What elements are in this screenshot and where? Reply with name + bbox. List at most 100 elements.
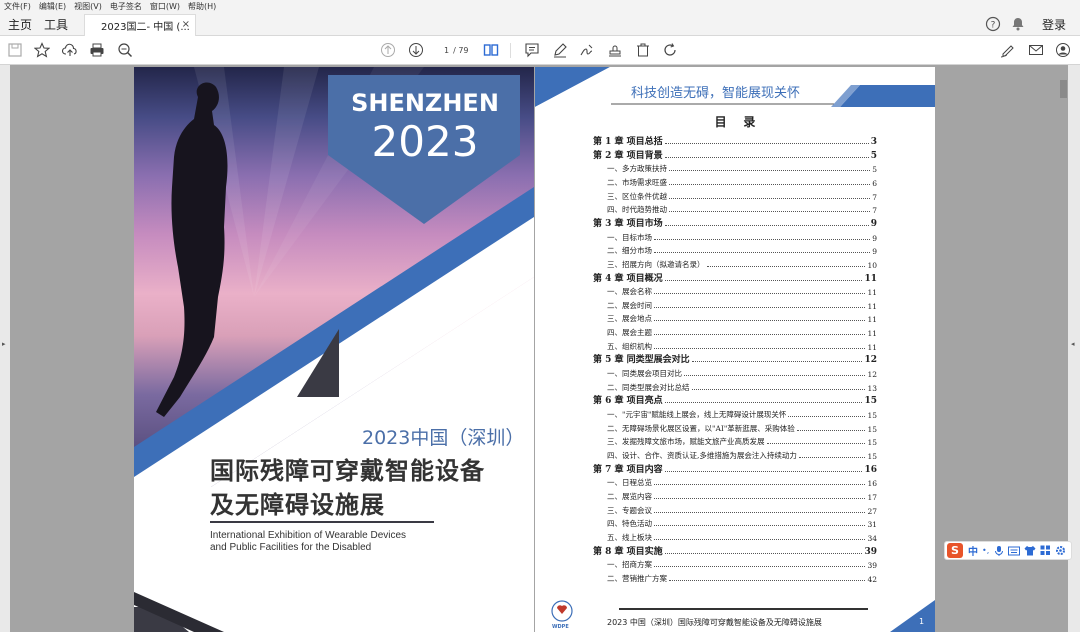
toc-entry-title: 第 8 章 项目实施 — [593, 546, 663, 557]
toc-chapter-row[interactable]: 第 7 章 项目内容 16 — [593, 462, 877, 475]
toc-entry-page: 5 — [872, 165, 877, 175]
menu-help[interactable]: 帮助(H) — [188, 1, 216, 12]
sogou-logo-icon[interactable]: S — [947, 543, 963, 558]
toc-section-row[interactable]: 二、无障碍场景化展区设置，以"AI"革新逛展、采购体验 15 — [593, 421, 877, 434]
left-panel-toggle[interactable]: ▸ — [0, 65, 10, 632]
stamp-icon[interactable] — [606, 41, 624, 59]
trash-icon[interactable] — [634, 41, 652, 59]
toc-chapter-row[interactable]: 第 8 章 项目实施 39 — [593, 544, 877, 557]
bell-icon[interactable] — [1010, 16, 1026, 32]
toc-section-row[interactable]: 三、招展方向（拟邀请名录） 10 — [593, 257, 877, 270]
skin-shirt-icon[interactable] — [1024, 545, 1036, 556]
toc-section-row[interactable]: 一、展会名称 11 — [593, 284, 877, 297]
edit-sign-icon[interactable] — [999, 41, 1017, 59]
mail-icon[interactable] — [1027, 41, 1045, 59]
cover-english-line1: International Exhibition of Wearable Dev… — [210, 530, 407, 541]
cover-city: SHENZHEN — [351, 89, 499, 117]
toc-chapter-row[interactable]: 第 1 章 项目总括 3 — [593, 134, 877, 147]
toc-section-row[interactable]: 二、同类型展会对比总结 13 — [593, 380, 877, 393]
toc-section-row[interactable]: 二、展会时间 11 — [593, 298, 877, 311]
toc-entry-page: 12 — [864, 355, 877, 366]
toc-section-row[interactable]: 二、市场需求旺盛 6 — [593, 175, 877, 188]
toc-entry-page: 27 — [867, 506, 877, 516]
toc-chapter-row[interactable]: 第 3 章 项目市场 9 — [593, 216, 877, 229]
toc-chapter-row[interactable]: 第 2 章 项目背景 5 — [593, 148, 877, 161]
rotate-icon[interactable] — [661, 41, 679, 59]
toc-section-row[interactable]: 一、招商方案 39 — [593, 557, 877, 570]
highlight-pen-icon[interactable] — [551, 41, 569, 59]
save-icon[interactable] — [6, 41, 24, 59]
page-up-icon[interactable] — [379, 41, 397, 59]
comment-icon[interactable] — [523, 41, 541, 59]
upload-cloud-icon[interactable] — [61, 41, 79, 59]
toc-entry-title: 二、细分市场 — [607, 246, 652, 256]
menu-file[interactable]: 文件(F) — [4, 1, 31, 12]
toc-entry-page: 11 — [864, 273, 877, 284]
menu-view[interactable]: 视图(V) — [74, 1, 102, 12]
account-icon[interactable] — [1054, 41, 1072, 59]
apps-grid-icon[interactable] — [1040, 545, 1051, 556]
toc-section-row[interactable]: 三、发掘残障文旅市场，赋能文旅产业高质发展 15 — [593, 434, 877, 447]
zoom-icon[interactable] — [116, 41, 134, 59]
svg-text:?: ? — [991, 21, 996, 31]
toc-section-row[interactable]: 四、特色活动 31 — [593, 516, 877, 529]
print-icon[interactable] — [88, 41, 106, 59]
toc-entry-title: 四、特色活动 — [607, 519, 652, 529]
toc-chapter-row[interactable]: 第 5 章 同类型展会对比 12 — [593, 352, 877, 365]
tab-tools[interactable]: 工具 — [44, 12, 68, 36]
toc-dot-leader — [654, 306, 866, 308]
toc-entry-title: 第 4 章 项目概况 — [593, 273, 663, 284]
menu-esign[interactable]: 电子签名 — [110, 1, 142, 12]
toc-entry-title: 五、组织机构 — [607, 341, 652, 351]
close-icon[interactable]: × — [182, 19, 190, 30]
toc-entry-title: 二、市场需求旺盛 — [607, 177, 667, 187]
toc-section-row[interactable]: 三、区位条件优越 7 — [593, 189, 877, 202]
page-current-input[interactable]: 1 — [444, 46, 449, 55]
toc-section-row[interactable]: 五、线上板块 34 — [593, 530, 877, 543]
toc-entry-page: 11 — [867, 301, 877, 311]
login-button[interactable]: 登录 — [1042, 16, 1066, 33]
toc-chapter-row[interactable]: 第 6 章 项目亮点 15 — [593, 393, 877, 406]
toc-section-row[interactable]: 一、同类展会项目对比 12 — [593, 366, 877, 379]
menu-edit[interactable]: 编辑(E) — [39, 1, 66, 12]
ime-lang-toggle[interactable]: 中 — [968, 543, 978, 558]
toc-entry-title: 二、同类型展会对比总结 — [607, 382, 690, 392]
toc-entry-title: 第 7 章 项目内容 — [593, 464, 663, 475]
toc-section-row[interactable]: 四、时代趋势推动 7 — [593, 202, 877, 215]
tab-home[interactable]: 主页 — [8, 12, 32, 36]
two-page-view-icon[interactable] — [482, 41, 500, 59]
toc-entry-title: 五、线上板块 — [607, 532, 652, 542]
toc-section-row[interactable]: 五、组织机构 11 — [593, 339, 877, 352]
toc-entry-title: 二、展会时间 — [607, 300, 652, 310]
toc-section-row[interactable]: 四、设计、合作、资质认证,多维措施为展会注入持续动力 15 — [593, 448, 877, 461]
toc-entry-title: 第 3 章 项目市场 — [593, 218, 663, 229]
sign-icon[interactable] — [578, 41, 596, 59]
star-icon[interactable] — [33, 41, 51, 59]
settings-icon[interactable] — [1055, 545, 1066, 556]
toc-dot-leader — [796, 429, 866, 431]
toc-section-row[interactable]: 二、展览内容 17 — [593, 489, 877, 502]
toc-section-row[interactable]: 三、展会地点 11 — [593, 311, 877, 324]
ime-toolbar[interactable]: S 中 •, — [944, 541, 1072, 560]
tab-document[interactable]: 2023国二- 中国 (... × — [84, 14, 196, 36]
toc-section-row[interactable]: 一、多方政策扶持 5 — [593, 161, 877, 174]
toc-entry-title: 一、同类展会项目对比 — [607, 369, 682, 379]
keyboard-icon[interactable] — [1008, 546, 1021, 556]
toc-chapter-row[interactable]: 第 4 章 项目概况 11 — [593, 271, 877, 284]
toc-section-row[interactable]: 一、日程总览 16 — [593, 475, 877, 488]
scrollbar-thumb[interactable] — [1060, 80, 1067, 98]
toc-section-row[interactable]: 四、展会主题 11 — [593, 325, 877, 338]
toc-section-row[interactable]: 三、专题会议 27 — [593, 503, 877, 516]
toc-section-row[interactable]: 二、营销推广方案 42 — [593, 571, 877, 584]
toc-entry-page: 15 — [867, 438, 877, 448]
microphone-icon[interactable] — [994, 545, 1004, 557]
page-down-icon[interactable] — [407, 41, 425, 59]
toc-entry-title: 第 5 章 同类型展会对比 — [593, 355, 690, 366]
toc-section-row[interactable]: 一、"元宇宙"赋能线上展会，线上无障碍设计展现关怀 15 — [593, 407, 877, 420]
ime-punct-toggle[interactable]: •, — [982, 546, 989, 555]
help-icon[interactable]: ? — [985, 16, 1001, 32]
toc-section-row[interactable]: 一、目标市场 9 — [593, 230, 877, 243]
toc-section-row[interactable]: 二、细分市场 9 — [593, 243, 877, 256]
menu-window[interactable]: 窗口(W) — [150, 1, 180, 12]
toc-page: 科技创造无碍，智能展现关怀 目 录 第 1 章 项目总括 3 第 2 章 项目背景 5… — [535, 67, 935, 632]
